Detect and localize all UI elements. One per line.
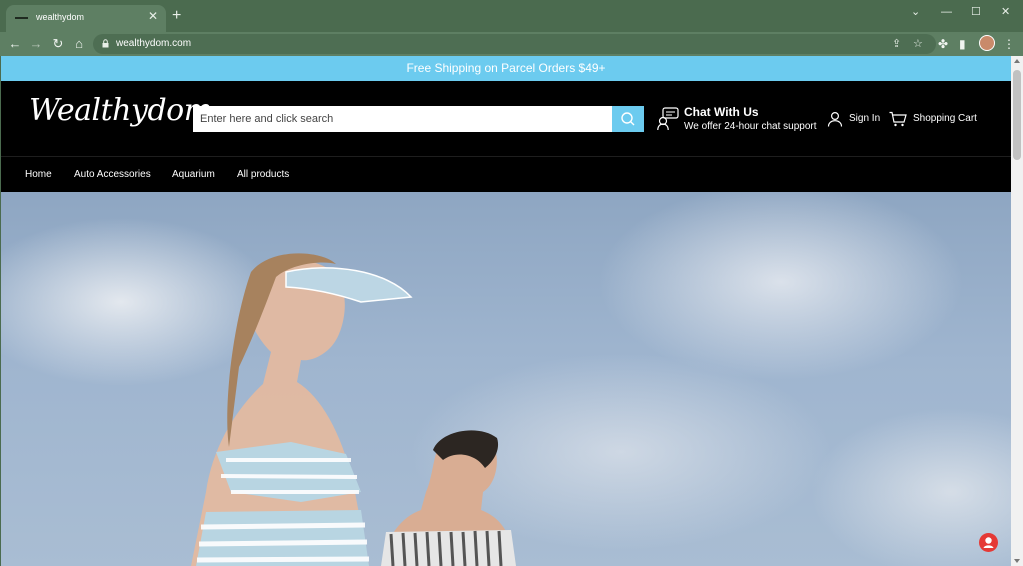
- site-header: Wealthydom Chat With Us We offer 24-hour…: [1, 81, 1011, 156]
- nav-item-home[interactable]: Home: [25, 169, 52, 180]
- scroll-up-icon[interactable]: [1014, 59, 1020, 63]
- share-icon[interactable]: ⇪: [892, 37, 901, 50]
- nav-item-auto-accessories[interactable]: Auto Accessories: [74, 169, 151, 180]
- help-widget-button[interactable]: [979, 533, 998, 552]
- side-panel-icon[interactable]: ▮: [959, 36, 966, 52]
- url-text: wealthydom.com: [116, 38, 192, 49]
- chat-support-icon: [657, 107, 679, 131]
- chat-title: Chat With Us: [684, 105, 759, 119]
- web-page: Free Shipping on Parcel Orders $49+ Weal…: [1, 56, 1011, 566]
- support-icon: [983, 537, 994, 548]
- sign-in-label: Sign In: [849, 113, 881, 124]
- bookmark-star-icon[interactable]: ☆: [913, 37, 923, 50]
- nav-item-aquarium[interactable]: Aquarium: [172, 169, 215, 180]
- user-icon: [827, 111, 843, 127]
- home-icon[interactable]: ⌂: [71, 36, 87, 52]
- reload-icon[interactable]: ↻: [50, 36, 66, 52]
- cart-label: Shopping Cart: [913, 113, 977, 124]
- new-tab-button[interactable]: +: [172, 8, 181, 24]
- main-nav: Home Auto Accessories Aquarium All produ…: [1, 156, 1011, 192]
- search-icon: [621, 112, 635, 126]
- sign-in-link[interactable]: Sign In: [827, 111, 880, 130]
- forward-icon[interactable]: →: [28, 36, 44, 52]
- close-window-icon[interactable]: ✕: [1001, 6, 1010, 18]
- cart-icon: [889, 111, 907, 127]
- page-scrollbar[interactable]: [1011, 56, 1023, 566]
- scroll-down-icon[interactable]: [1014, 559, 1020, 563]
- announcement-bar: Free Shipping on Parcel Orders $49+: [1, 56, 1011, 81]
- menu-icon[interactable]: ⋮: [1003, 36, 1015, 52]
- search-button[interactable]: [612, 106, 644, 132]
- tab-title: wealthydom: [36, 12, 85, 22]
- minimize-icon[interactable]: —: [941, 6, 952, 18]
- shopping-cart-link[interactable]: Shopping Cart: [889, 111, 977, 130]
- favicon-icon: [15, 17, 28, 19]
- back-icon[interactable]: ←: [7, 36, 23, 52]
- hero-banner[interactable]: [1, 192, 1011, 566]
- search-form: [193, 106, 644, 132]
- browser-toolbar: ← → ↻ ⌂ wealthydom.com ⇪ ☆ ✤ ▮ ⋮: [0, 32, 1023, 56]
- scroll-thumb[interactable]: [1013, 70, 1021, 160]
- extensions-icon[interactable]: ✤: [938, 36, 948, 52]
- lock-icon: [102, 39, 109, 48]
- hero-image: [191, 253, 516, 566]
- site-logo[interactable]: Wealthydom: [29, 93, 212, 128]
- profile-avatar[interactable]: [979, 35, 995, 51]
- browser-tab[interactable]: wealthydom ✕: [6, 5, 166, 32]
- nav-item-all-products[interactable]: All products: [237, 169, 289, 180]
- close-tab-button[interactable]: ✕: [148, 10, 158, 22]
- search-input[interactable]: [193, 106, 612, 132]
- chat-subtitle: We offer 24-hour chat support: [684, 121, 817, 132]
- browser-tab-strip: wealthydom ✕ + ⌄ — ☐ ✕: [0, 0, 1023, 32]
- maximize-icon[interactable]: ☐: [971, 6, 981, 18]
- address-bar[interactable]: wealthydom.com ⇪ ☆: [93, 34, 936, 54]
- tab-search-icon[interactable]: ⌄: [911, 6, 920, 18]
